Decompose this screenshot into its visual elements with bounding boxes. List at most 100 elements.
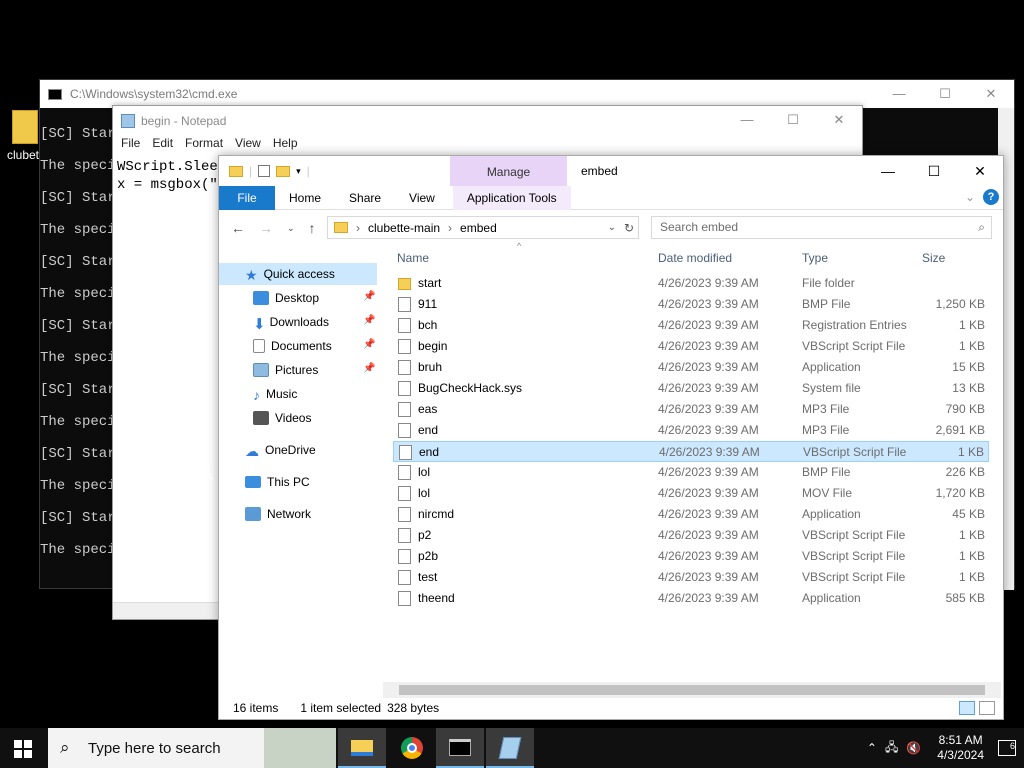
address-dropdown-icon[interactable]: ⌄ — [608, 222, 616, 233]
menu-file[interactable]: File — [121, 136, 140, 156]
pin-icon[interactable]: 📌 — [363, 315, 375, 326]
file-row[interactable]: p2b 4/26/2023 9:39 AM VBScript Script File… — [393, 546, 989, 567]
file-row[interactable]: start 4/26/2023 9:39 AM File folder — [393, 273, 989, 294]
menu-help[interactable]: Help — [273, 136, 298, 156]
notifications-icon[interactable]: 6 — [998, 740, 1016, 756]
sidebar-item-downloads[interactable]: ⬇ Downloads — [253, 311, 329, 333]
close-button[interactable]: ✕ — [968, 80, 1014, 108]
address-bar[interactable]: › clubette-main › embed ⌄ ↻ — [327, 216, 639, 239]
cmd-titlebar[interactable]: C:\Windows\system32\cmd.exe — ☐ ✕ — [40, 80, 1014, 108]
column-type[interactable]: Type — [802, 251, 828, 265]
file-row[interactable]: end 4/26/2023 9:39 AM VBScript Script File… — [393, 441, 989, 462]
column-date-modified[interactable]: Date modified — [658, 251, 732, 265]
details-view-icon[interactable] — [959, 701, 975, 715]
properties-icon[interactable] — [258, 165, 271, 177]
file-row[interactable]: begin 4/26/2023 9:39 AM VBScript Script Fi… — [393, 336, 989, 357]
sidebar-label: OneDrive — [265, 443, 316, 457]
manage-tab[interactable]: Manage — [450, 156, 567, 186]
file-row[interactable]: BugCheckHack.sys 4/26/2023 9:39 AM System … — [393, 378, 989, 399]
menu-format[interactable]: Format — [185, 136, 223, 156]
cmd-icon — [48, 88, 62, 100]
sidebar-item-onedrive[interactable]: ☁ OneDrive — [245, 439, 316, 461]
menu-view[interactable]: View — [235, 136, 261, 156]
horizontal-scrollbar[interactable] — [383, 682, 1001, 698]
tab-home[interactable]: Home — [275, 191, 335, 205]
explorer-window[interactable]: | ▾ | Manage embed — ☐ ✕ File Home Share… — [218, 155, 1004, 720]
search-input[interactable]: Search embed ⌕ — [651, 216, 992, 239]
file-date: 4/26/2023 9:39 AM — [659, 445, 760, 459]
minimize-button[interactable]: — — [724, 106, 770, 136]
close-button[interactable]: ✕ — [816, 106, 862, 136]
maximize-button[interactable]: ☐ — [770, 106, 816, 136]
minimize-button[interactable]: — — [876, 80, 922, 108]
tab-share[interactable]: Share — [335, 191, 395, 205]
column-name[interactable]: Name — [397, 251, 429, 265]
sidebar-label: Videos — [275, 411, 312, 425]
notepad-icon — [121, 114, 135, 128]
pin-icon[interactable]: 📌 — [363, 339, 375, 350]
file-size: 13 KB — [952, 381, 985, 395]
pin-icon[interactable]: 📌 — [363, 363, 375, 374]
clock[interactable]: 8:51 AM 4/3/2024 — [937, 733, 984, 763]
scrollbar-thumb[interactable] — [399, 685, 985, 695]
taskbar-search-box[interactable]: ⌕ Type here to search — [48, 728, 336, 768]
sidebar-item-music[interactable]: ♪ Music — [253, 383, 297, 405]
refresh-icon[interactable]: ↻ — [624, 221, 634, 235]
forward-icon[interactable]: → — [259, 220, 273, 236]
network-icon[interactable]: 🖧 — [885, 738, 898, 759]
tab-application-tools[interactable]: Application Tools — [452, 185, 571, 210]
sidebar-item-pictures[interactable]: Pictures — [253, 359, 318, 381]
cloud-icon: ☁ — [245, 443, 259, 459]
up-icon[interactable]: ↑ — [309, 220, 316, 236]
taskbar-cmd[interactable] — [436, 728, 484, 768]
file-row[interactable]: end 4/26/2023 9:39 AM MP3 File 2,691 KB — [393, 420, 989, 441]
notepad-hscrollbar[interactable] — [113, 602, 218, 619]
file-row[interactable]: eas 4/26/2023 9:39 AM MP3 File 790 KB — [393, 399, 989, 420]
explorer-titlebar[interactable]: | ▾ | Manage embed — ☐ ✕ — [219, 156, 1003, 186]
file-type: File folder — [802, 276, 855, 290]
help-icon[interactable]: ? — [983, 189, 999, 205]
pin-icon[interactable]: 📌 — [363, 291, 375, 302]
sidebar-item-desktop[interactable]: Desktop — [253, 287, 319, 309]
taskbar-notepad[interactable] — [486, 728, 534, 768]
column-size[interactable]: Size — [922, 251, 945, 265]
recent-locations-icon[interactable]: ⌄ — [287, 220, 295, 236]
sidebar-item-documents[interactable]: Documents — [253, 335, 332, 357]
sidebar-item-quick-access[interactable]: ★ Quick access — [245, 263, 335, 285]
sort-ascending-icon: ^ — [517, 241, 522, 251]
file-row[interactable]: test 4/26/2023 9:39 AM VBScript Script Fil… — [393, 567, 989, 588]
file-row[interactable]: bruh 4/26/2023 9:39 AM Application 15 KB — [393, 357, 989, 378]
maximize-button[interactable]: ☐ — [911, 156, 957, 186]
sidebar-item-network[interactable]: Network — [245, 503, 311, 525]
new-folder-icon[interactable] — [276, 165, 291, 177]
file-row[interactable]: p2 4/26/2023 9:39 AM VBScript Script File 1… — [393, 525, 989, 546]
breadcrumb-embed[interactable]: embed — [460, 221, 497, 235]
tab-file[interactable]: File — [219, 185, 275, 210]
menu-edit[interactable]: Edit — [152, 136, 173, 156]
file-row[interactable]: 911 4/26/2023 9:39 AM BMP File 1,250 KB — [393, 294, 989, 315]
file-name: p2b — [418, 549, 439, 563]
tab-view[interactable]: View — [395, 191, 449, 205]
expand-ribbon-icon[interactable]: ⌄ — [965, 190, 975, 204]
file-row[interactable]: theend 4/26/2023 9:39 AM Application 585 KB — [393, 588, 989, 609]
chevron-down-icon[interactable]: ▾ — [296, 166, 301, 177]
large-icons-view-icon[interactable] — [979, 701, 995, 715]
file-date: 4/26/2023 9:39 AM — [658, 360, 759, 374]
taskbar-chrome[interactable] — [388, 728, 436, 768]
file-row[interactable]: lol 4/26/2023 9:39 AM BMP File 226 KB — [393, 462, 989, 483]
breadcrumb-clubette-main[interactable]: clubette-main — [368, 221, 440, 235]
file-row[interactable]: lol 4/26/2023 9:39 AM MOV File 1,720 KB — [393, 483, 989, 504]
file-row[interactable]: bch 4/26/2023 9:39 AM Registration Entries… — [393, 315, 989, 336]
back-icon[interactable]: ← — [231, 220, 245, 236]
volume-muted-icon[interactable]: 🔇 — [906, 741, 921, 755]
sidebar-item-this-pc[interactable]: This PC — [245, 471, 310, 493]
notepad-titlebar[interactable]: begin - Notepad — ☐ ✕ — [113, 106, 862, 136]
minimize-button[interactable]: — — [865, 156, 911, 186]
sidebar-item-videos[interactable]: Videos — [253, 407, 311, 429]
chevron-up-icon[interactable]: ⌃ — [867, 741, 877, 755]
file-row[interactable]: nircmd 4/26/2023 9:39 AM Application 45 KB — [393, 504, 989, 525]
start-button[interactable] — [14, 740, 32, 758]
close-button[interactable]: ✕ — [957, 156, 1003, 186]
maximize-button[interactable]: ☐ — [922, 80, 968, 108]
taskbar-file-explorer[interactable] — [338, 728, 386, 768]
